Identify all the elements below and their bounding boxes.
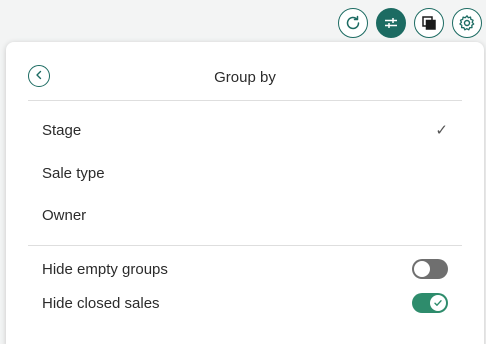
group-option-stage[interactable]: Stage ✓ bbox=[42, 118, 448, 142]
toggle-label: Hide closed sales bbox=[42, 294, 160, 312]
group-option-label: Stage bbox=[42, 121, 82, 139]
toggle-label: Hide empty groups bbox=[42, 260, 168, 278]
gear-icon bbox=[458, 14, 476, 32]
group-by-panel: Group by Stage ✓ Sale type Owner Hide em… bbox=[6, 42, 484, 344]
back-button[interactable] bbox=[28, 65, 50, 87]
hide-empty-groups-toggle[interactable] bbox=[412, 259, 448, 279]
filter-settings-button[interactable] bbox=[376, 8, 406, 38]
check-icon bbox=[433, 295, 443, 312]
header-divider bbox=[28, 100, 462, 101]
toggle-knob bbox=[414, 261, 430, 277]
hide-empty-groups-row: Hide empty groups bbox=[42, 257, 448, 281]
options-divider bbox=[28, 245, 462, 246]
refresh-icon bbox=[344, 14, 362, 32]
refresh-button[interactable] bbox=[338, 8, 368, 38]
toolbar bbox=[338, 8, 482, 38]
group-option-sale-type[interactable]: Sale type bbox=[42, 161, 448, 185]
sliders-icon bbox=[382, 14, 400, 32]
chevron-left-icon bbox=[34, 67, 44, 85]
layers-icon bbox=[420, 14, 438, 32]
layers-button[interactable] bbox=[414, 8, 444, 38]
settings-button[interactable] bbox=[452, 8, 482, 38]
hide-closed-sales-row: Hide closed sales bbox=[42, 291, 448, 315]
check-icon: ✓ bbox=[435, 122, 448, 139]
group-option-owner[interactable]: Owner bbox=[42, 203, 448, 227]
group-option-label: Owner bbox=[42, 206, 87, 224]
hide-closed-sales-toggle[interactable] bbox=[412, 293, 448, 313]
panel-title: Group by bbox=[214, 68, 276, 86]
page: Group by Stage ✓ Sale type Owner Hide em… bbox=[0, 0, 486, 344]
toggle-knob bbox=[430, 295, 446, 311]
group-option-label: Sale type bbox=[42, 164, 105, 182]
panel-header: Group by bbox=[6, 42, 484, 100]
